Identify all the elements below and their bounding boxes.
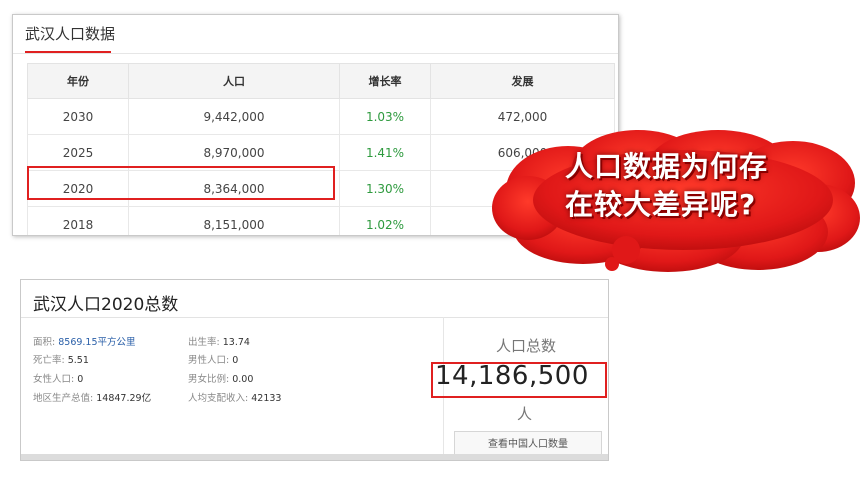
- stat-value: 13.74: [222, 337, 250, 348]
- stat-birth-rate: 出生率: 13.74: [188, 334, 250, 348]
- callout-line: 人口数据为何存: [565, 150, 769, 183]
- cell-growth: 1.02%: [339, 206, 431, 235]
- stat-label: 面积:: [33, 337, 56, 348]
- total-population-label: 人口总数: [496, 337, 557, 355]
- stat-value: 0: [77, 374, 84, 385]
- stat-death-rate: 死亡率: 5.51: [33, 352, 89, 366]
- stat-label: 地区生产总值:: [33, 393, 94, 404]
- cell-growth: 1.41%: [339, 134, 431, 171]
- table-header-row: 年份 人口 增长率 发展: [27, 63, 615, 99]
- stat-label: 男女比例:: [188, 374, 230, 385]
- header-population[interactable]: 人口: [128, 63, 340, 99]
- divider: [21, 317, 608, 318]
- cell-population: 9,442,000: [128, 98, 340, 135]
- stat-value: 14847.29亿: [96, 393, 152, 404]
- cell-growth: 1.03%: [339, 98, 431, 135]
- cell-year: 2018: [27, 206, 129, 235]
- stat-value: 0.00: [232, 374, 254, 385]
- population-total-panel: 武汉人口2020总数 面积: 8569.15平方公里 出生率: 13.74 死亡…: [20, 279, 609, 461]
- cell-year: 2030: [27, 98, 129, 135]
- header-development[interactable]: 发展: [430, 63, 615, 99]
- callout-line: 在较大差异呢?: [565, 188, 757, 221]
- stat-area: 面积: 8569.15平方公里: [33, 334, 136, 348]
- bottom-strip: [21, 454, 608, 460]
- stat-gdp: 地区生产总值: 14847.29亿: [33, 390, 151, 404]
- header-growth[interactable]: 增长率: [339, 63, 431, 99]
- header-year[interactable]: 年份: [27, 63, 129, 99]
- stat-label: 出生率:: [188, 337, 220, 348]
- stat-value: 0: [232, 355, 239, 366]
- area-link[interactable]: 8569.15平方公里: [58, 337, 135, 348]
- total-population-unit: 人: [517, 405, 533, 423]
- stat-label: 人均支配收入:: [188, 393, 249, 404]
- stat-female-population: 女性人口: 0: [33, 371, 83, 385]
- callout-text: 人口数据为何存 在较大差异呢?: [565, 148, 768, 224]
- cell-growth: 1.30%: [339, 170, 431, 207]
- divider: [13, 53, 618, 54]
- stat-label: 死亡率:: [33, 355, 65, 366]
- stat-label: 男性人口:: [188, 355, 230, 366]
- stat-male-population: 男性人口: 0: [188, 352, 238, 366]
- stat-value: 5.51: [67, 355, 89, 366]
- stat-disposable-income: 人均支配收入: 42133: [188, 390, 281, 404]
- stat-label: 女性人口:: [33, 374, 75, 385]
- cell-population: 8,151,000: [128, 206, 340, 235]
- total-population-value: 14,186,500: [435, 361, 589, 391]
- stat-sex-ratio: 男女比例: 0.00: [188, 371, 253, 385]
- panel-title: 武汉人口数据: [25, 25, 116, 43]
- highlight-2020-row-box: [27, 166, 335, 200]
- stat-value: 42133: [251, 393, 282, 404]
- panel-title: 武汉人口2020总数: [33, 295, 179, 315]
- cloud-tail-bubble: [605, 257, 619, 271]
